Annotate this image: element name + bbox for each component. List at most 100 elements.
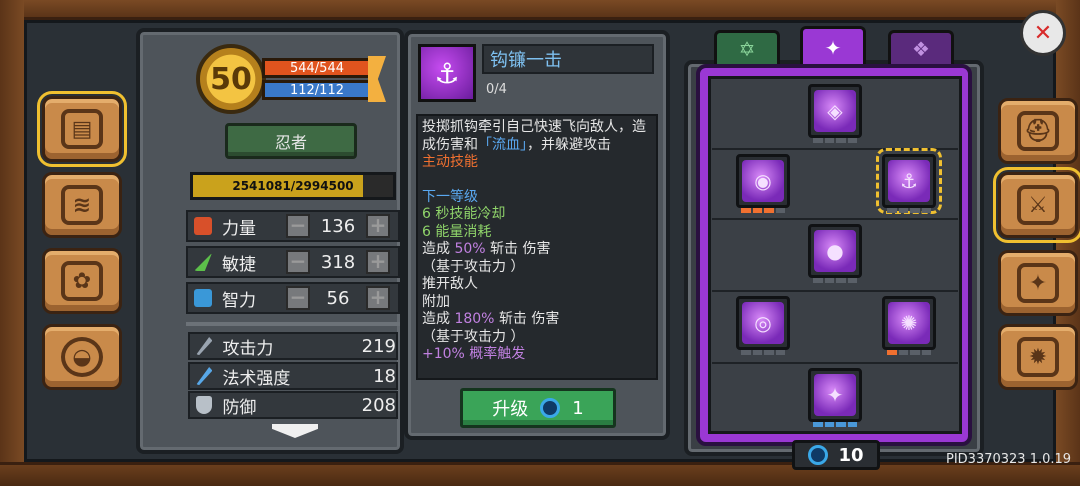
wand-icon bbox=[196, 367, 213, 385]
skill-node-shuriken[interactable]: ✦ bbox=[808, 368, 862, 422]
shadow-clones-icon: ◉ bbox=[742, 160, 784, 202]
tree-row-divider bbox=[712, 290, 958, 292]
energy-text: 6 能量消耗 bbox=[422, 223, 492, 240]
crafting-tab[interactable]: ✿ bbox=[42, 248, 122, 314]
decrease-agility-button[interactable]: − bbox=[286, 250, 310, 274]
skill-node-pips bbox=[813, 138, 857, 143]
skill-type: 主动技能 bbox=[422, 154, 478, 170]
xp-text: 2541081/2994500 bbox=[232, 179, 354, 193]
skill-point-gem-icon bbox=[808, 445, 829, 465]
star-tab[interactable]: ✡ bbox=[714, 30, 780, 64]
tree-row-divider bbox=[712, 148, 958, 150]
stat-label: 敏捷 bbox=[222, 254, 256, 275]
skill-points-value: 10 bbox=[838, 444, 864, 466]
skill-description: 投掷抓钩牵引自己快速飞向敌人，造成伤害和「流血」，并躲避攻击 主动技能 下一等级… bbox=[416, 114, 658, 380]
stat-row-intelligence: 智力 − 56 + bbox=[186, 282, 400, 314]
next-level-title: 下一等级 bbox=[422, 188, 478, 205]
attr-value: 18 bbox=[373, 365, 396, 387]
desc-main: 投掷抓钩牵引自己快速飞向敌人，造成伤害和「流血」，并躲避攻击 bbox=[422, 119, 646, 153]
upgrade-button[interactable]: 升级 1 bbox=[460, 388, 616, 428]
steering-tab[interactable]: ◒ bbox=[42, 324, 122, 390]
skill-node-top[interactable]: ◈ bbox=[808, 84, 862, 138]
crossed-swords-icon: ⚔ bbox=[1017, 185, 1059, 225]
skill-node-pips bbox=[741, 208, 785, 213]
gear-box-icon: ✿ bbox=[61, 261, 103, 301]
cooldown-text: 6 秒技能冷却 bbox=[422, 206, 506, 222]
sword-icon bbox=[196, 337, 213, 355]
stat-label: 力量 bbox=[222, 218, 256, 239]
stat-value: 318 bbox=[320, 251, 356, 273]
poison-cloud-icon: ✺ bbox=[888, 302, 930, 344]
build-id: PID3370323 1.0.19 bbox=[946, 452, 1072, 467]
cut-off-line: +10% 概率触发 bbox=[422, 346, 526, 362]
skill-point-gem-icon bbox=[540, 398, 561, 418]
tree-row-divider bbox=[712, 362, 958, 364]
push-text: 推开敌人 bbox=[422, 276, 478, 292]
wheel-icon: ◒ bbox=[61, 337, 103, 377]
decrease-strength-button[interactable]: − bbox=[286, 214, 310, 238]
upgrade-label: 升级 bbox=[492, 399, 529, 420]
shuriken-icon: ✦ bbox=[814, 374, 856, 416]
attr-row-attack: 攻击力 219 bbox=[188, 332, 398, 360]
class-button[interactable]: 忍者 bbox=[225, 123, 357, 159]
damage-line-2: 造成 180% 斩击 伤害 bbox=[422, 311, 560, 327]
xp-bar: 2541081/2994500 bbox=[190, 172, 396, 200]
increase-intelligence-button[interactable]: + bbox=[366, 286, 390, 310]
skill-node-pips bbox=[887, 350, 931, 355]
stat-value: 56 bbox=[326, 287, 350, 309]
upgrade-cost: 1 bbox=[572, 397, 584, 419]
increase-agility-button[interactable]: + bbox=[366, 250, 390, 274]
skills-tab[interactable]: ⚔ bbox=[993, 167, 1080, 243]
map-tab[interactable]: ≋ bbox=[42, 172, 122, 238]
mp-bar: 112/112 bbox=[262, 80, 372, 100]
helmet-icon: ⛑ bbox=[1017, 111, 1059, 151]
attr-row-defense: 防御 208 bbox=[188, 391, 398, 419]
feather-icon bbox=[194, 253, 212, 271]
wood-frame-left bbox=[0, 0, 24, 486]
skill-rank: 0/4 bbox=[486, 82, 507, 97]
wood-frame-right bbox=[1056, 0, 1080, 486]
emblem-tab[interactable]: ❖ bbox=[888, 30, 954, 64]
shield-icon bbox=[196, 396, 213, 414]
stat-row-agility: 敏捷 − 318 + bbox=[186, 246, 400, 278]
stat-row-strength: 力量 − 136 + bbox=[186, 210, 400, 242]
damage-basis-1: （基于攻击力 ） bbox=[422, 258, 525, 275]
stat-value: 136 bbox=[320, 215, 356, 237]
decrease-intelligence-button[interactable]: − bbox=[286, 286, 310, 310]
tree-row-divider bbox=[712, 218, 958, 220]
skill-node-hook[interactable]: ⚓ bbox=[876, 148, 942, 214]
wood-frame-bottom bbox=[0, 462, 1080, 486]
journal-tab[interactable]: ▤ bbox=[37, 91, 127, 167]
attr-value: 208 bbox=[361, 394, 396, 416]
skill-node-pips bbox=[887, 208, 931, 213]
attr-label: 防御 bbox=[222, 397, 257, 418]
hp-bar: 544/544 bbox=[262, 58, 372, 78]
grapple-hook-icon: ⚓ bbox=[418, 44, 476, 102]
attr-row-spell-power: 法术强度 18 bbox=[188, 362, 398, 390]
skill-node-pips bbox=[741, 350, 785, 355]
skill-node-shadow[interactable]: ◉ bbox=[736, 154, 790, 208]
level-badge: 50 bbox=[196, 44, 266, 114]
attr-value: 219 bbox=[361, 335, 396, 357]
skill-node-bomb[interactable]: ● bbox=[808, 224, 862, 278]
close-button[interactable]: ✕ bbox=[1020, 10, 1066, 56]
attr-label: 攻击力 bbox=[222, 338, 274, 359]
skill-node-pips bbox=[813, 278, 857, 283]
skill-node-cloud[interactable]: ✺ bbox=[882, 296, 936, 350]
book-icon bbox=[194, 289, 212, 307]
fist-icon bbox=[194, 217, 212, 235]
settings-tab[interactable]: ✹ bbox=[998, 324, 1078, 390]
damage-basis-2: （基于攻击力 ） bbox=[422, 328, 525, 345]
equipment-tab[interactable]: ⛑ bbox=[998, 98, 1078, 164]
wood-frame-top bbox=[0, 0, 1080, 20]
damage-line-1: 造成 50% 斩击 伤害 bbox=[422, 241, 551, 257]
stats-divider bbox=[186, 322, 400, 326]
increase-strength-button[interactable]: + bbox=[366, 214, 390, 238]
shuriken-tab[interactable]: ✦ bbox=[800, 26, 866, 66]
skill-node-multishadow[interactable]: ◎ bbox=[736, 296, 790, 350]
journal-icon: ▤ bbox=[61, 109, 103, 149]
cog-icon: ✹ bbox=[1017, 337, 1059, 377]
talents-tab[interactable]: ✦ bbox=[998, 250, 1078, 316]
ghost-icon: ◈ bbox=[814, 90, 856, 132]
smoke-bomb-icon: ● bbox=[814, 230, 856, 272]
